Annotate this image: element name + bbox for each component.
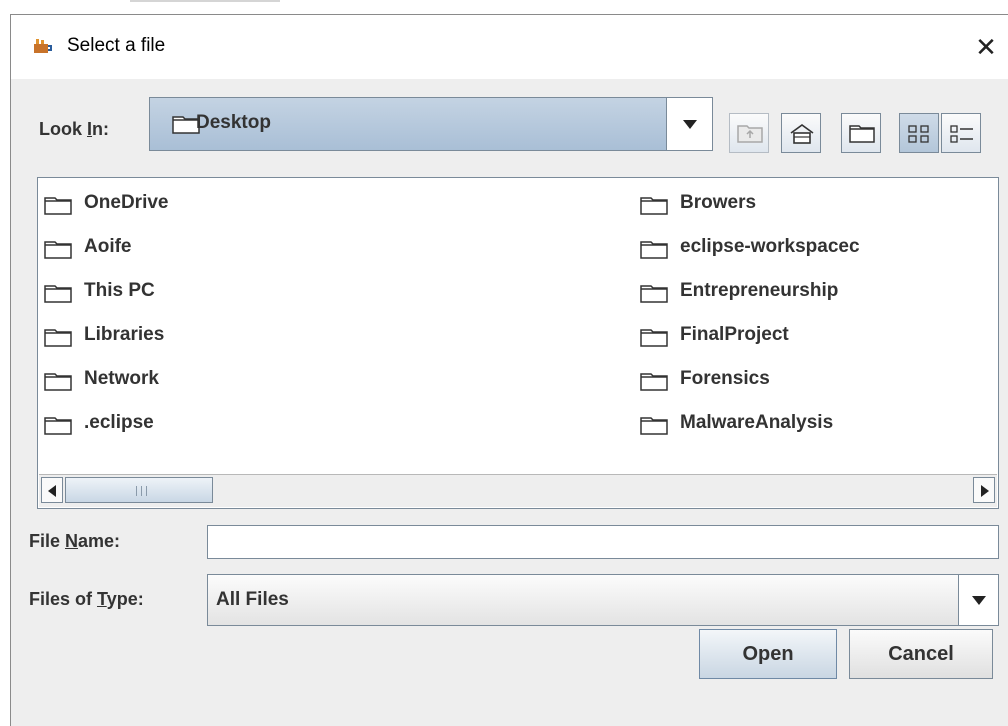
folder-icon (44, 239, 72, 269)
folder-icon (44, 283, 72, 313)
folder-icon (44, 415, 72, 445)
folder-icon (640, 327, 668, 357)
folder-icon (44, 371, 72, 401)
arrow-left-icon (48, 485, 56, 497)
folder-icon (44, 327, 72, 357)
new-folder-icon (849, 125, 875, 143)
files-of-type-label: Files of Type: (29, 589, 144, 609)
background-window-text (130, 0, 280, 8)
look-in-label: Look In: (39, 119, 110, 139)
file-name-input[interactable] (207, 525, 999, 559)
look-in-value: Desktop (196, 112, 271, 133)
chevron-down-icon (971, 596, 986, 605)
up-folder-icon (737, 125, 763, 143)
files-of-type-value: All Files (216, 589, 289, 610)
scroll-right-button[interactable] (973, 477, 995, 503)
open-button[interactable]: Open (699, 629, 837, 679)
files-of-type-dropdown-button[interactable] (958, 575, 998, 625)
java-cup-icon (33, 37, 53, 55)
folder-icon (640, 415, 668, 445)
file-chooser-dialog: Select a file ✕ Look In: Desktop OneDriv… (10, 14, 1008, 726)
scroll-left-button[interactable] (41, 477, 63, 503)
home-button[interactable] (781, 113, 821, 153)
chevron-down-icon (682, 120, 697, 129)
details-view-button[interactable] (941, 113, 981, 153)
look-in-combo[interactable]: Desktop (149, 97, 713, 151)
arrow-right-icon (981, 485, 989, 497)
horizontal-scrollbar[interactable] (39, 474, 997, 507)
home-icon (790, 124, 814, 144)
folder-icon (640, 371, 668, 401)
list-view-button[interactable] (899, 113, 939, 153)
background-window (0, 0, 1008, 14)
up-one-level-button[interactable] (729, 113, 769, 153)
details-view-icon (950, 125, 973, 143)
folder-icon (44, 195, 72, 225)
folder-icon (640, 195, 668, 225)
dialog-title: Select a file (67, 35, 166, 56)
file-list[interactable]: OneDrive Aoife This PC Libraries Network… (37, 177, 999, 509)
new-folder-button[interactable] (841, 113, 881, 153)
look-in-dropdown-button[interactable] (666, 98, 712, 150)
scroll-thumb[interactable] (65, 477, 213, 503)
title-bar: Select a file ✕ (11, 15, 1008, 79)
folder-icon (640, 239, 668, 269)
folder-icon (640, 283, 668, 313)
cancel-button[interactable]: Cancel (849, 629, 993, 679)
grip-icon (136, 486, 147, 496)
files-of-type-combo[interactable]: All Files (207, 574, 999, 626)
close-button[interactable]: ✕ (964, 29, 1008, 65)
file-name-label: File Name: (29, 531, 121, 551)
list-view-icon (908, 125, 929, 143)
